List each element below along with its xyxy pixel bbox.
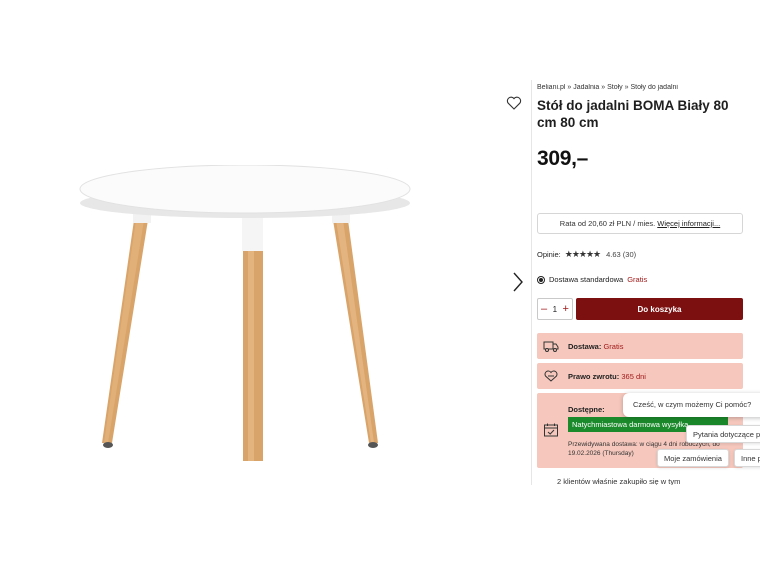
divider — [531, 80, 532, 485]
quantity-minus-button[interactable]: – — [541, 303, 547, 315]
product-title: Stół do jadalni BOMA Biały 80 cm 80 cm — [537, 98, 729, 130]
breadcrumb-jadalnia[interactable]: Jadalnia — [573, 84, 599, 91]
breadcrumb: Beliani.pl » Jadalnia » Stoły » Stoły do… — [537, 84, 760, 91]
installment-more-link[interactable]: Więcej informacji... — [657, 219, 720, 228]
chat-chip-other[interactable]: Inne p — [734, 449, 760, 467]
delivery-value: Gratis — [603, 341, 624, 351]
clients-notice: 2 klientów właśnie zakupiło się w tym — [557, 477, 681, 485]
add-to-cart-button[interactable]: Do koszyka — [576, 298, 743, 320]
truck-icon — [543, 341, 559, 352]
return-label: Prawo zwrotu: — [568, 371, 620, 381]
installment-text: Rata od 20,60 zł PLN / mies. — [559, 219, 656, 228]
delivery-label: Dostawa: — [568, 341, 602, 351]
product-gallery — [0, 80, 530, 485]
heart-icon[interactable] — [506, 95, 522, 111]
quantity-stepper[interactable]: – 1 + — [537, 298, 573, 320]
shipping-label: Dostawa standardowa — [549, 275, 624, 284]
reviews-row[interactable]: Opinie: ★★★★★ 4.63 (30) — [537, 249, 636, 260]
chat-greeting-bubble[interactable]: Cześć, w czym możemy Ci pomóc? — [623, 393, 760, 417]
reviews-score: 4.63 (30) — [606, 250, 637, 259]
star-icon: ★★★★★ — [564, 249, 601, 259]
return-info-box: Prawo zwrotu: 365 dni — [537, 363, 743, 389]
product-price: 309,– — [537, 147, 589, 170]
quantity-value[interactable]: 1 — [553, 305, 557, 314]
delivery-info-box: Dostawa: Gratis — [537, 333, 743, 359]
chevron-right-icon[interactable] — [510, 270, 526, 294]
reviews-label: Opinie: — [537, 250, 561, 259]
return-value: 365 dni — [621, 371, 646, 381]
calendar-check-icon — [544, 423, 558, 437]
breadcrumb-stoly-do-jadalni[interactable]: Stoły do jadalni — [631, 84, 678, 91]
shipping-price: Gratis — [627, 275, 648, 284]
return-icon — [544, 370, 558, 382]
shipping-radio[interactable] — [537, 275, 545, 284]
quantity-plus-button[interactable]: + — [563, 303, 569, 315]
installment-box: Rata od 20,60 zł PLN / mies. Więcej info… — [537, 213, 743, 234]
breadcrumb-separator: » — [624, 84, 629, 91]
breadcrumb-separator: » — [567, 84, 572, 91]
chat-chip-product-questions[interactable]: Pytania dotyczące pr — [686, 425, 760, 443]
breadcrumb-stoly[interactable]: Stoły — [607, 84, 623, 91]
shipping-option[interactable]: Dostawa standardowa Gratis — [537, 275, 647, 284]
product-image — [79, 165, 411, 461]
breadcrumb-separator: » — [601, 84, 606, 91]
breadcrumb-home[interactable]: Beliani.pl — [537, 84, 565, 91]
chat-chip-my-orders[interactable]: Moje zamówienia — [657, 449, 729, 467]
